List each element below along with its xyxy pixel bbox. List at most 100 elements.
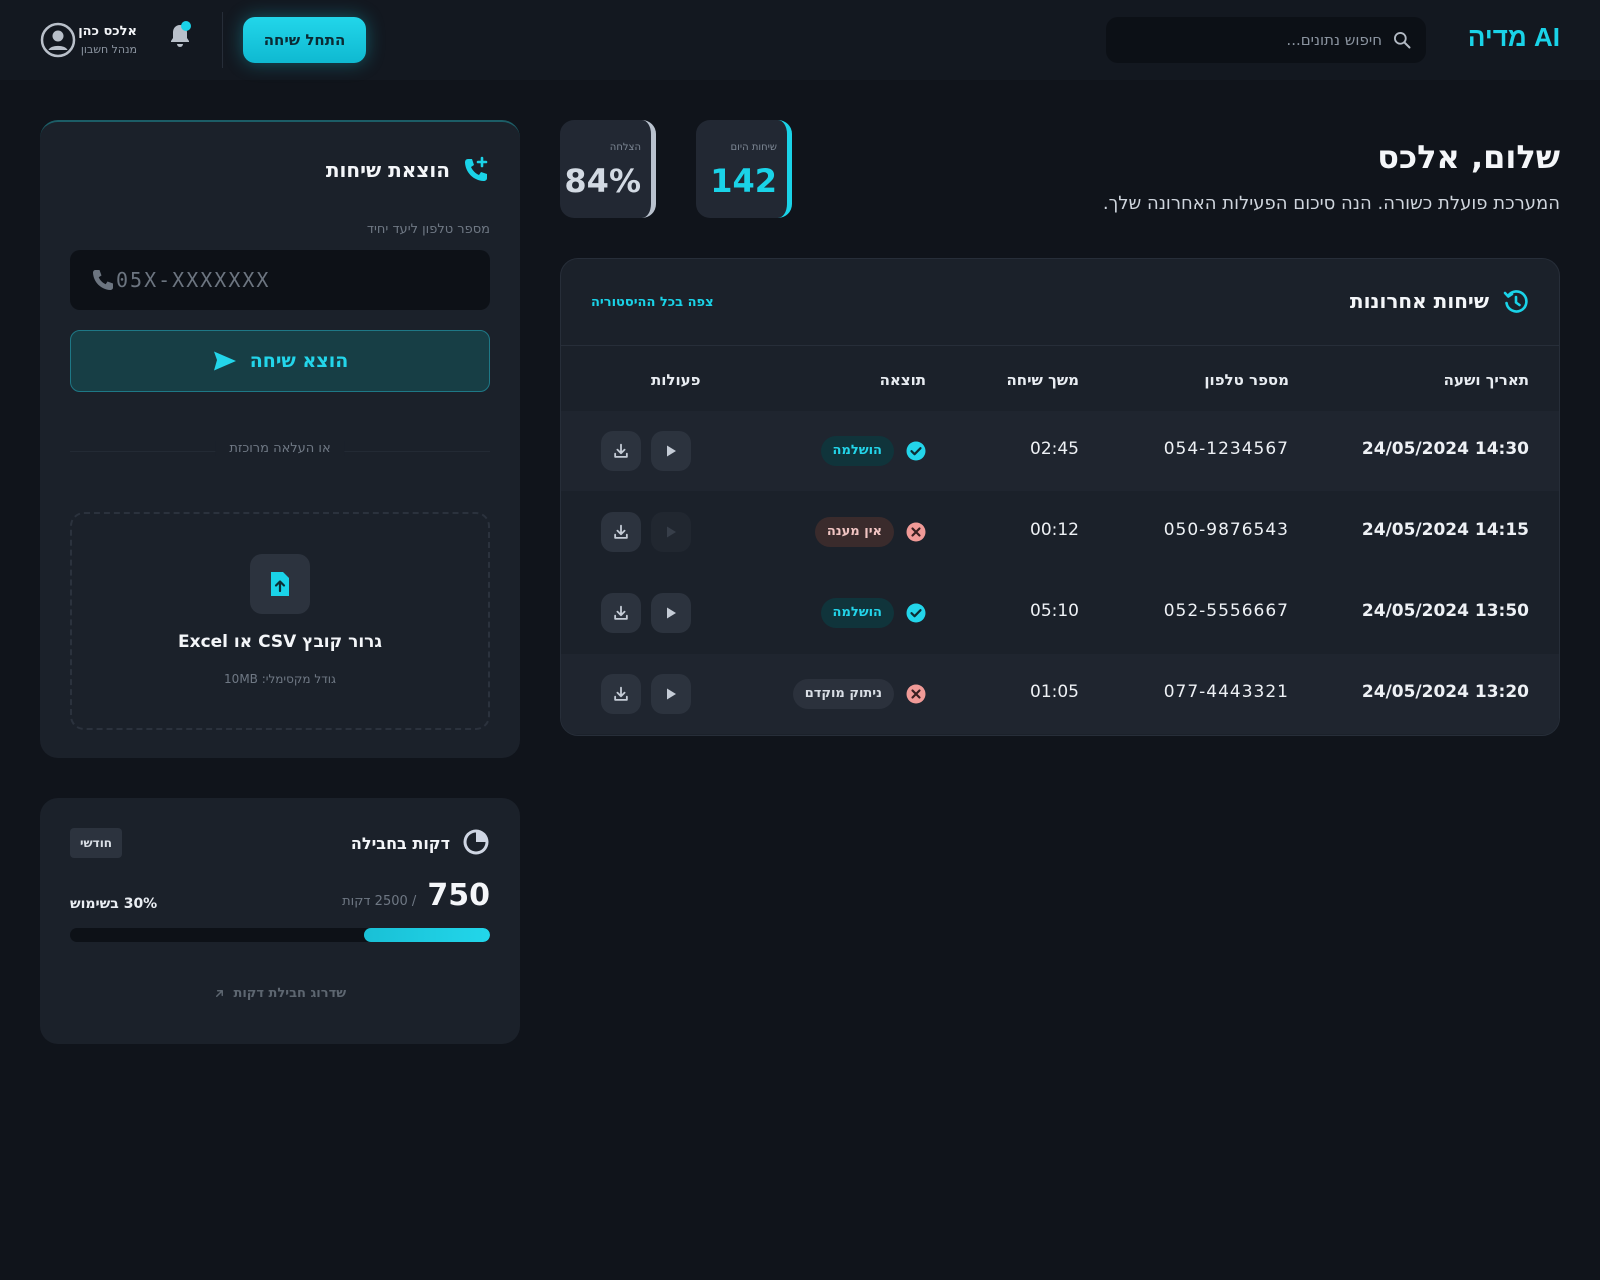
top-bar: AI מדיה התחל שיחה אלכס כהן מנהל חשבון: [0, 0, 1600, 80]
download-icon: [614, 524, 628, 539]
play-recording-button[interactable]: [651, 431, 691, 471]
play-recording-button[interactable]: [651, 674, 691, 714]
status-badge: ניתוק מוקדם: [792, 679, 894, 709]
download-icon: [614, 443, 628, 458]
bulk-upload-divider-text: או העלאה מרוכזת: [215, 441, 345, 456]
history-icon: [1503, 290, 1528, 313]
download-recording-button[interactable]: [601, 593, 641, 633]
start-call-button[interactable]: התחל שיחה: [243, 17, 366, 63]
check-circle-icon: [906, 603, 926, 623]
row-phone: 052-5556667: [1163, 601, 1289, 621]
download-icon: [614, 605, 628, 620]
upload-button[interactable]: [250, 554, 310, 614]
status-badge: הושלמה: [820, 598, 894, 628]
package-title: דקות בחבילה: [350, 834, 450, 853]
minutes-used: 750 / 2500 דקות: [342, 878, 490, 913]
download-recording-button[interactable]: [601, 674, 641, 714]
view-all-history-link[interactable]: צפה בכל ההיסטוריה: [591, 295, 714, 310]
row-datetime: 13:20 24/05/2024: [1361, 682, 1529, 702]
user-role: מנהל חשבון: [80, 43, 137, 56]
minutes-used-value: 750: [427, 878, 490, 913]
notification-dot: [181, 21, 191, 31]
page-subtitle: המערכת פועלת כשורה. הנה סיכום הפעילות הא…: [1102, 193, 1560, 214]
row-datetime: 14:15 24/05/2024: [1361, 520, 1529, 540]
stat-value: 84%: [564, 162, 641, 200]
play-icon: [667, 688, 676, 700]
place-call-button[interactable]: הוצא שיחה: [70, 330, 490, 392]
download-recording-button[interactable]: [601, 431, 641, 471]
col-phone: מספר טלפון: [1204, 371, 1289, 389]
stat-card-calls-today: שיחות היום 142: [696, 120, 792, 218]
x-circle-icon: [906, 684, 926, 704]
recent-calls-panel: שיחות אחרונות צפה בכל ההיסטוריה תאריך וש…: [560, 258, 1560, 736]
brand-logo[interactable]: AI מדיה: [1468, 22, 1560, 53]
file-drop-zone[interactable]: גרור קובץ CSV או Excel גודל מקסימלי: 10M…: [70, 512, 490, 730]
upgrade-package-link[interactable]: שדרוג חבילת דקות: [40, 986, 520, 1001]
phone-number-input[interactable]: [116, 268, 470, 292]
col-result: תוצאה: [879, 371, 926, 389]
col-actions: פעולות: [651, 371, 701, 389]
search-icon: [1394, 32, 1411, 49]
search-box[interactable]: [1106, 17, 1426, 63]
play-recording-button[interactable]: [651, 512, 691, 552]
col-datetime: תאריך ושעה: [1443, 371, 1529, 389]
phone-icon: [93, 270, 113, 290]
header-divider: [561, 345, 1559, 346]
outbound-calls-panel: הוצאת שיחות מספר טלפון ליעד יחיד הוצא שי…: [40, 120, 520, 758]
x-circle-icon: [906, 522, 926, 542]
row-phone: 077-4443321: [1163, 682, 1289, 702]
pie-clock-icon: [463, 829, 489, 855]
download-recording-button[interactable]: [601, 512, 641, 552]
play-icon: [667, 526, 676, 538]
user-circle-icon: [40, 22, 76, 58]
row-duration: 05:10: [1030, 601, 1079, 621]
play-recording-button[interactable]: [651, 593, 691, 633]
stat-card-success-rate: הצלחה 84%: [560, 120, 656, 218]
page-title: שלום, אלכס: [1377, 138, 1560, 176]
place-call-label: הוצא שיחה: [249, 350, 349, 372]
row-phone: 050-9876543: [1163, 520, 1289, 540]
usage-progress-fill: [364, 928, 490, 942]
status-badge: אין מענה: [814, 517, 894, 547]
usage-percentage: 30% בשימוש: [70, 896, 158, 912]
row-duration: 01:05: [1030, 682, 1079, 702]
user-menu[interactable]: אלכס כהן מנהל חשבון: [40, 20, 150, 60]
row-datetime: 14:30 24/05/2024: [1361, 439, 1529, 459]
recent-calls-title: שיחות אחרונות: [1349, 289, 1489, 313]
usage-progress-bar: [70, 928, 490, 942]
col-duration: משך שיחה: [1006, 371, 1079, 389]
drop-zone-subtext: גודל מקסימלי: 10MB: [224, 672, 336, 686]
arrow-up-right-icon: [215, 990, 223, 997]
table-row: 13:50 24/05/2024 052-5556667 05:10 הושלמ…: [561, 573, 1559, 653]
period-badge[interactable]: חודשי: [70, 828, 123, 858]
download-icon: [614, 686, 628, 701]
row-duration: 02:45: [1030, 439, 1079, 459]
table-row: 14:15 24/05/2024 050-9876543 00:12 אין מ…: [561, 492, 1559, 572]
stat-value: 142: [710, 162, 777, 200]
drop-zone-text: גרור קובץ CSV או Excel: [178, 632, 382, 652]
send-icon: [213, 351, 236, 371]
check-circle-icon: [906, 441, 926, 461]
search-input[interactable]: [1120, 31, 1382, 49]
upgrade-label: שדרוג חבילת דקות: [233, 986, 347, 1001]
play-icon: [667, 607, 676, 619]
row-datetime: 13:50 24/05/2024: [1361, 601, 1529, 621]
table-row: 13:20 24/05/2024 077-4443321 01:05 ניתוק…: [561, 654, 1559, 734]
file-upload-icon: [271, 572, 289, 596]
row-phone: 054-1234567: [1163, 439, 1289, 459]
play-icon: [667, 445, 676, 457]
notifications-button[interactable]: [164, 21, 192, 52]
phone-plus-icon: [465, 156, 488, 181]
minutes-total: / 2500 דקות: [342, 894, 417, 909]
header-divider: [222, 12, 223, 68]
stat-label: שיחות היום: [730, 142, 777, 153]
status-badge: הושלמה: [820, 436, 894, 466]
stat-label: הצלחה: [609, 142, 641, 153]
package-minutes-panel: דקות בחבילה חודשי 750 / 2500 דקות 30% בש…: [40, 798, 520, 1044]
user-name: אלכס כהן: [78, 24, 137, 39]
row-duration: 00:12: [1030, 520, 1079, 540]
table-row: 14:30 24/05/2024 054-1234567 02:45 הושלמ…: [561, 411, 1559, 491]
phone-input-label: מספר טלפון ליעד יחיד: [366, 222, 490, 237]
outbound-title: הוצאת שיחות: [325, 158, 450, 182]
phone-input-box[interactable]: [70, 250, 490, 310]
